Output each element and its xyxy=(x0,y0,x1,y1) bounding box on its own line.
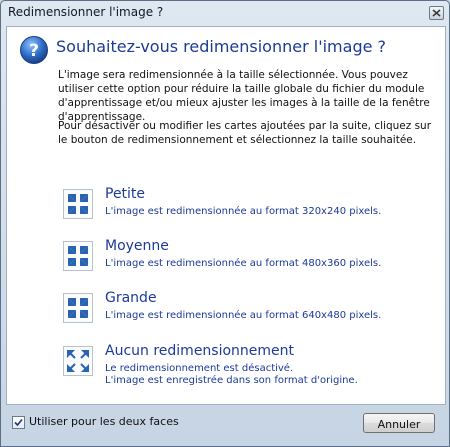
shrink-arrows-icon xyxy=(63,293,93,323)
cancel-button[interactable]: Annuler xyxy=(363,413,435,433)
option-title: Petite xyxy=(105,186,146,202)
shrink-arrows-icon xyxy=(63,189,93,219)
description-paragraph-2: Pour désactiver ou modifier les cartes a… xyxy=(58,120,432,146)
close-icon xyxy=(432,9,441,17)
option-description: Le redimensionnement est désactivé. L'im… xyxy=(105,363,358,387)
option-description: L'image est redimensionnée au format 320… xyxy=(105,206,381,218)
dialog-footer: Utiliser pour les deux faces Annuler xyxy=(1,404,449,446)
option-description: L'image est redimensionnée au format 640… xyxy=(105,310,381,322)
dialog-heading: Souhaitez-vous redimensionner l'image ? xyxy=(56,37,387,56)
option-desc-line: Le redimensionnement est désactivé. xyxy=(105,363,294,374)
shrink-arrows-icon xyxy=(63,241,93,271)
expand-arrows-icon xyxy=(63,346,93,376)
option-moyenne[interactable]: Moyenne L'image est redimensionnée au fo… xyxy=(63,238,433,282)
option-desc-line: L'image est enregistrée dans son format … xyxy=(105,375,358,386)
option-title: Grande xyxy=(105,290,157,306)
option-petite[interactable]: Petite L'image est redimensionnée au for… xyxy=(63,186,433,230)
close-button[interactable] xyxy=(429,6,444,20)
dialog-window: Redimensionner l'image ? ? Souhaitez-vou… xyxy=(0,0,450,447)
window-title: Redimensionner l'image ? xyxy=(8,5,164,19)
dialog-body: ? Souhaitez-vous redimensionner l'image … xyxy=(6,26,446,405)
svg-text:?: ? xyxy=(29,41,39,61)
title-bar[interactable]: Redimensionner l'image ? xyxy=(1,1,449,26)
option-desc-line: L'image est redimensionnée au format 640… xyxy=(105,310,382,321)
description-paragraph-1: L'image sera redimensionnée à la taille … xyxy=(58,69,430,123)
option-grande[interactable]: Grande L'image est redimensionnée au for… xyxy=(63,290,433,334)
option-description: L'image est redimensionnée au format 480… xyxy=(105,258,381,270)
both-faces-label[interactable]: Utiliser pour les deux faces xyxy=(29,415,179,428)
question-icon: ? xyxy=(20,36,48,64)
both-faces-checkbox[interactable] xyxy=(12,416,25,429)
checkmark-icon xyxy=(14,418,23,427)
option-desc-line: L'image est redimensionnée au format 480… xyxy=(105,258,382,269)
option-aucun-redimensionnement[interactable]: Aucun redimensionnement Le redimensionne… xyxy=(63,343,433,387)
option-desc-line: L'image est redimensionnée au format 320… xyxy=(105,206,382,217)
option-title: Moyenne xyxy=(105,238,169,254)
option-title: Aucun redimensionnement xyxy=(105,343,295,359)
